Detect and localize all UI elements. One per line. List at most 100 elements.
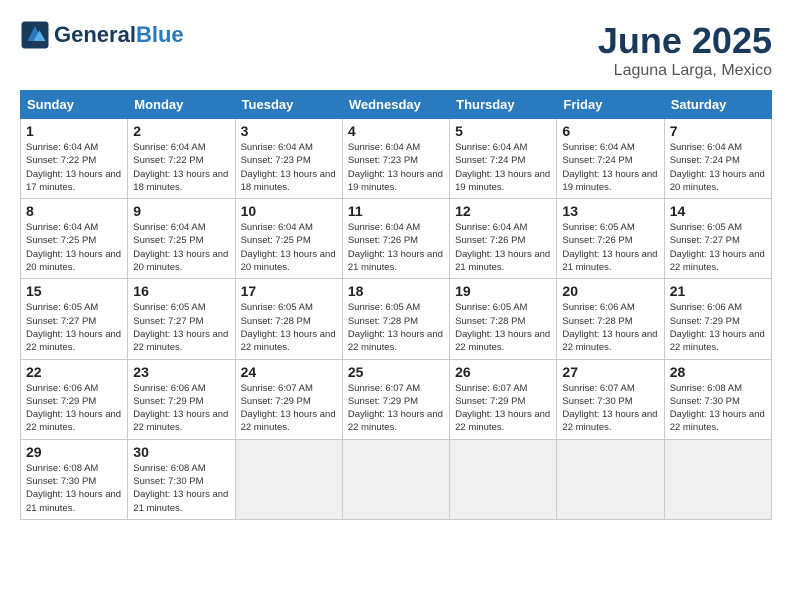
calendar-cell: 11 Sunrise: 6:04 AMSunset: 7:26 PMDayligh… (342, 199, 449, 279)
day-number: 13 (562, 203, 658, 219)
logo-blue: Blue (136, 22, 184, 47)
calendar-cell: 20 Sunrise: 6:06 AMSunset: 7:28 PMDayligh… (557, 279, 664, 359)
calendar-cell (450, 439, 557, 519)
day-number: 11 (348, 203, 444, 219)
calendar-cell: 23Sunrise: 6:06 AMSunset: 7:29 PMDayligh… (128, 359, 235, 439)
day-number: 8 (26, 203, 122, 219)
calendar-cell: 24Sunrise: 6:07 AMSunset: 7:29 PMDayligh… (235, 359, 342, 439)
day-number: 20 (562, 283, 658, 299)
weekday-header-sunday: Sunday (21, 91, 128, 119)
calendar-cell: 4Sunrise: 6:04 AMSunset: 7:23 PMDaylight… (342, 119, 449, 199)
day-detail: Sunrise: 6:04 AMSunset: 7:26 PMDaylight:… (348, 221, 444, 274)
weekday-header-thursday: Thursday (450, 91, 557, 119)
calendar-cell: 2Sunrise: 6:04 AMSunset: 7:22 PMDaylight… (128, 119, 235, 199)
day-detail: Sunrise: 6:05 AMSunset: 7:27 PMDaylight:… (26, 301, 122, 354)
day-number: 30 (133, 444, 229, 460)
weekday-header-saturday: Saturday (664, 91, 771, 119)
day-detail: Sunrise: 6:05 AMSunset: 7:28 PMDaylight:… (455, 301, 551, 354)
day-detail: Sunrise: 6:04 AMSunset: 7:25 PMDaylight:… (133, 221, 229, 274)
calendar-cell: 12Sunrise: 6:04 AMSunset: 7:26 PMDayligh… (450, 199, 557, 279)
calendar-cell: 25 Sunrise: 6:07 AMSunset: 7:29 PMDayligh… (342, 359, 449, 439)
weekday-header-friday: Friday (557, 91, 664, 119)
calendar-cell: 19 Sunrise: 6:05 AMSunset: 7:28 PMDayligh… (450, 279, 557, 359)
day-number: 10 (241, 203, 337, 219)
day-detail: Sunrise: 6:06 AMSunset: 7:28 PMDaylight:… (562, 301, 658, 354)
day-number: 14 (670, 203, 766, 219)
day-detail: Sunrise: 6:04 AMSunset: 7:25 PMDaylight:… (241, 221, 337, 274)
weekday-header-wednesday: Wednesday (342, 91, 449, 119)
day-number: 25 (348, 364, 444, 380)
calendar-cell (342, 439, 449, 519)
calendar-cell: 13 Sunrise: 6:05 AMSunset: 7:26 PMDayligh… (557, 199, 664, 279)
day-detail: Sunrise: 6:04 AMSunset: 7:23 PMDaylight:… (241, 141, 337, 194)
calendar-cell: 10 Sunrise: 6:04 AMSunset: 7:25 PMDayligh… (235, 199, 342, 279)
day-number: 24 (241, 364, 337, 380)
day-number: 5 (455, 123, 551, 139)
day-detail: Sunrise: 6:07 AMSunset: 7:29 PMDaylight:… (348, 382, 444, 435)
day-detail: Sunrise: 6:05 AMSunset: 7:28 PMDaylight:… (348, 301, 444, 354)
day-number: 21 (670, 283, 766, 299)
title-area: June 2025 Laguna Larga, Mexico (598, 20, 772, 80)
calendar-cell: 29 Sunrise: 6:08 AMSunset: 7:30 PMDayligh… (21, 439, 128, 519)
day-number: 7 (670, 123, 766, 139)
calendar-cell: 8 Sunrise: 6:04 AMSunset: 7:25 PMDaylight… (21, 199, 128, 279)
calendar-cell: 7 Sunrise: 6:04 AMSunset: 7:24 PMDaylight… (664, 119, 771, 199)
calendar-cell: 15 Sunrise: 6:05 AMSunset: 7:27 PMDayligh… (21, 279, 128, 359)
day-detail: Sunrise: 6:05 AMSunset: 7:28 PMDaylight:… (241, 301, 337, 354)
day-number: 19 (455, 283, 551, 299)
month-title: June 2025 (598, 20, 772, 62)
day-detail: Sunrise: 6:04 AMSunset: 7:26 PMDaylight:… (455, 221, 551, 274)
day-detail: Sunrise: 6:06 AMSunset: 7:29 PMDaylight:… (133, 382, 229, 435)
calendar-cell: 22Sunrise: 6:06 AMSunset: 7:29 PMDayligh… (21, 359, 128, 439)
day-detail: Sunrise: 6:04 AMSunset: 7:24 PMDaylight:… (455, 141, 551, 194)
calendar-cell: 21 Sunrise: 6:06 AMSunset: 7:29 PMDayligh… (664, 279, 771, 359)
day-number: 9 (133, 203, 229, 219)
day-detail: Sunrise: 6:04 AMSunset: 7:23 PMDaylight:… (348, 141, 444, 194)
day-number: 28 (670, 364, 766, 380)
calendar-cell (557, 439, 664, 519)
calendar-week-3: 15 Sunrise: 6:05 AMSunset: 7:27 PMDayligh… (21, 279, 772, 359)
calendar-table: SundayMondayTuesdayWednesdayThursdayFrid… (20, 90, 772, 520)
day-detail: Sunrise: 6:07 AMSunset: 7:30 PMDaylight:… (562, 382, 658, 435)
calendar-cell: 28 Sunrise: 6:08 AMSunset: 7:30 PMDayligh… (664, 359, 771, 439)
location-title: Laguna Larga, Mexico (598, 62, 772, 80)
day-number: 15 (26, 283, 122, 299)
weekday-header-tuesday: Tuesday (235, 91, 342, 119)
day-detail: Sunrise: 6:05 AMSunset: 7:27 PMDaylight:… (670, 221, 766, 274)
day-detail: Sunrise: 6:08 AMSunset: 7:30 PMDaylight:… (26, 462, 122, 515)
calendar-cell: 26Sunrise: 6:07 AMSunset: 7:29 PMDayligh… (450, 359, 557, 439)
day-detail: Sunrise: 6:04 AMSunset: 7:24 PMDaylight:… (562, 141, 658, 194)
calendar-cell (235, 439, 342, 519)
calendar-week-2: 8 Sunrise: 6:04 AMSunset: 7:25 PMDaylight… (21, 199, 772, 279)
logo-general: General (54, 22, 136, 47)
weekday-header-monday: Monday (128, 91, 235, 119)
day-number: 6 (562, 123, 658, 139)
day-detail: Sunrise: 6:05 AMSunset: 7:26 PMDaylight:… (562, 221, 658, 274)
calendar-cell: 5 Sunrise: 6:04 AMSunset: 7:24 PMDaylight… (450, 119, 557, 199)
calendar-cell (664, 439, 771, 519)
calendar-cell: 3Sunrise: 6:04 AMSunset: 7:23 PMDaylight… (235, 119, 342, 199)
calendar-cell: 16 Sunrise: 6:05 AMSunset: 7:27 PMDayligh… (128, 279, 235, 359)
day-number: 29 (26, 444, 122, 460)
day-number: 17 (241, 283, 337, 299)
calendar-cell: 1Sunrise: 6:04 AMSunset: 7:22 PMDaylight… (21, 119, 128, 199)
day-number: 16 (133, 283, 229, 299)
calendar-cell: 17 Sunrise: 6:05 AMSunset: 7:28 PMDayligh… (235, 279, 342, 359)
header: GeneralBlue June 2025 Laguna Larga, Mexi… (20, 20, 772, 80)
day-detail: Sunrise: 6:05 AMSunset: 7:27 PMDaylight:… (133, 301, 229, 354)
day-detail: Sunrise: 6:07 AMSunset: 7:29 PMDaylight:… (455, 382, 551, 435)
calendar-cell: 18Sunrise: 6:05 AMSunset: 7:28 PMDayligh… (342, 279, 449, 359)
logo-name: GeneralBlue (54, 23, 184, 47)
day-detail: Sunrise: 6:08 AMSunset: 7:30 PMDaylight:… (670, 382, 766, 435)
calendar-cell: 6 Sunrise: 6:04 AMSunset: 7:24 PMDaylight… (557, 119, 664, 199)
calendar-cell: 14 Sunrise: 6:05 AMSunset: 7:27 PMDayligh… (664, 199, 771, 279)
day-number: 1 (26, 123, 122, 139)
day-detail: Sunrise: 6:04 AMSunset: 7:24 PMDaylight:… (670, 141, 766, 194)
day-detail: Sunrise: 6:06 AMSunset: 7:29 PMDaylight:… (670, 301, 766, 354)
day-number: 27 (562, 364, 658, 380)
day-detail: Sunrise: 6:04 AMSunset: 7:25 PMDaylight:… (26, 221, 122, 274)
day-number: 22 (26, 364, 122, 380)
day-detail: Sunrise: 6:04 AMSunset: 7:22 PMDaylight:… (133, 141, 229, 194)
logo-icon (20, 20, 50, 50)
weekday-header-row: SundayMondayTuesdayWednesdayThursdayFrid… (21, 91, 772, 119)
